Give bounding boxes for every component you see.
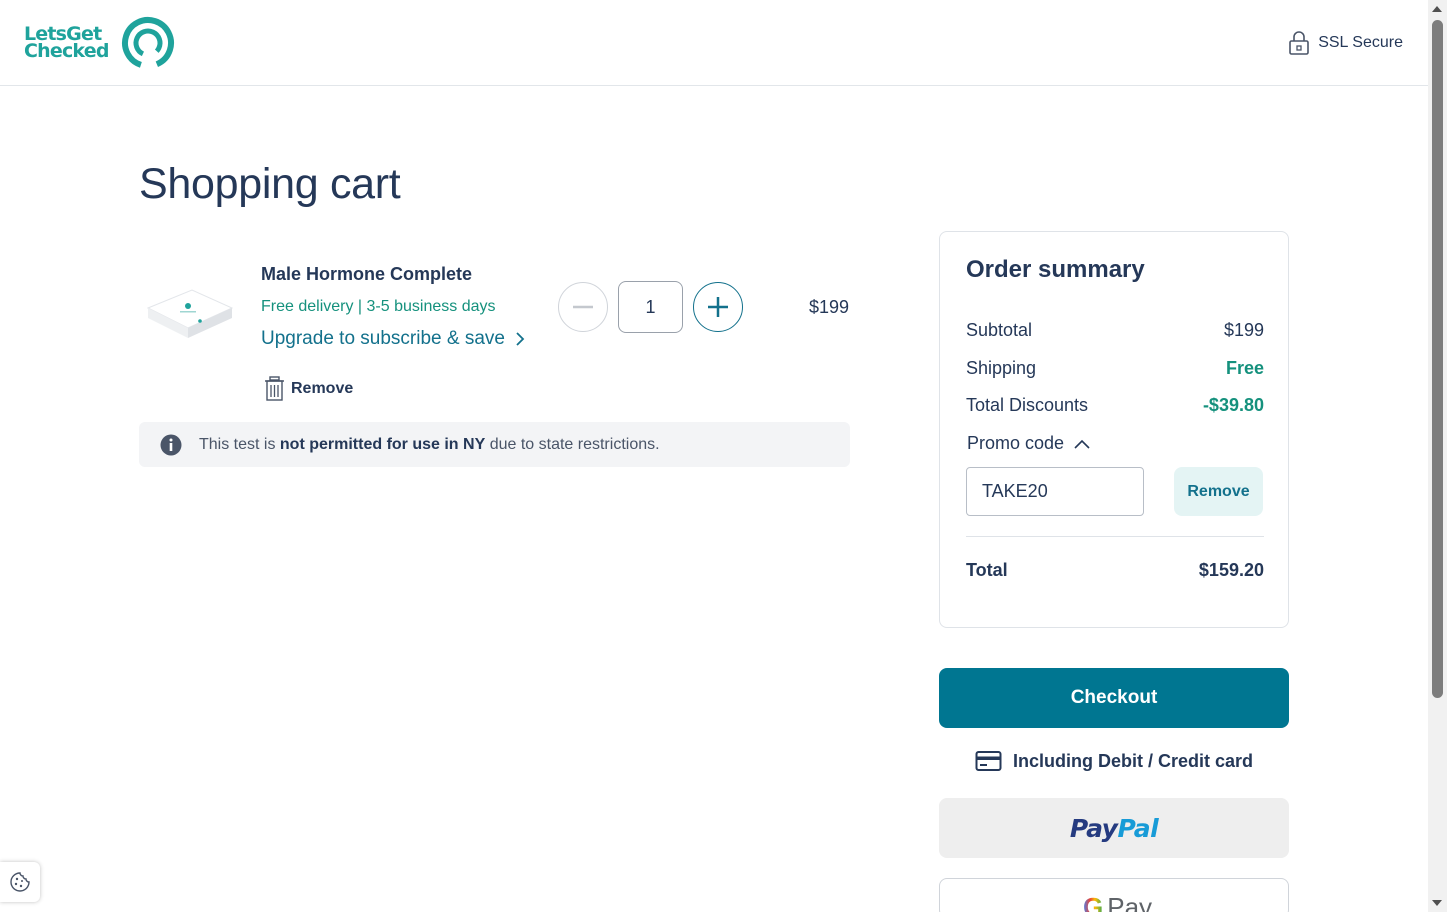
lock-icon	[1289, 31, 1310, 55]
remove-item-label: Remove	[291, 379, 354, 397]
remove-promo-button[interactable]: Remove	[1174, 467, 1263, 516]
subtotal-value: $199	[1223, 320, 1264, 340]
upgrade-label: Upgrade to subscribe & save	[261, 328, 505, 349]
paypal-logo: PayPal	[1069, 813, 1159, 843]
discounts-label: Total Discounts	[966, 395, 1089, 415]
google-pay-button[interactable]: G Pay	[939, 878, 1289, 912]
upgrade-subscribe-link[interactable]: Upgrade to subscribe & save	[261, 328, 525, 350]
total-value: $159.20	[1198, 560, 1264, 580]
item-price: $199	[808, 297, 849, 317]
remove-item-button[interactable]: Remove	[264, 376, 353, 401]
order-summary-panel: Order summary Subtotal $199 Shipping Fre…	[939, 231, 1289, 628]
product-name[interactable]: Male Hormone Complete	[261, 264, 472, 285]
promo-code-label: Promo code	[967, 433, 1065, 453]
google-g-icon: G	[1083, 892, 1103, 912]
decrease-quantity-button[interactable]	[558, 282, 608, 332]
checkout-button[interactable]: Checkout	[939, 668, 1289, 728]
ssl-secure-badge: SSL Secure	[1288, 30, 1403, 55]
gpay-label: Pay	[1107, 892, 1153, 912]
cookie-settings-button[interactable]	[0, 862, 40, 902]
discounts-row: Total Discounts -$39.80	[966, 395, 1264, 416]
delivery-info: Free delivery | 3-5 business days	[261, 298, 496, 315]
scroll-down-arrow-icon[interactable]	[1432, 900, 1442, 906]
credit-card-icon	[975, 751, 1002, 771]
shipping-row: Shipping Free	[966, 358, 1264, 379]
paypal-button[interactable]: PayPal	[939, 798, 1289, 858]
chevron-up-icon	[1074, 439, 1090, 449]
trash-icon	[265, 376, 284, 401]
scroll-up-arrow-icon[interactable]	[1432, 6, 1442, 12]
subtotal-label: Subtotal	[966, 320, 1033, 340]
vertical-scrollbar[interactable]	[1428, 0, 1447, 912]
total-label: Total	[966, 560, 1008, 580]
notice-bold: not permitted for use in NY	[279, 435, 486, 453]
order-summary-title: Order summary	[966, 256, 1145, 283]
increase-quantity-button[interactable]	[693, 282, 743, 332]
card-payment-note: Including Debit / Credit card	[975, 750, 1253, 772]
logo-wordmark: LetsGet Checked	[24, 23, 109, 62]
minus-icon	[573, 305, 593, 309]
page-title: Shopping cart	[139, 160, 401, 208]
state-restriction-notice: This test is not permitted for use in NY…	[139, 422, 850, 467]
site-header: LetsGet Checked SSL Secure	[0, 0, 1428, 86]
promo-code-toggle[interactable]: Promo code	[967, 433, 1090, 454]
quantity-input[interactable]	[618, 281, 683, 333]
notice-prefix: This test is	[199, 435, 280, 453]
chevron-right-icon	[516, 332, 525, 346]
google-pay-logo: G Pay	[1083, 892, 1152, 912]
summary-divider	[966, 536, 1264, 537]
logo-mark-icon	[122, 17, 174, 69]
subtotal-row: Subtotal $199	[966, 320, 1264, 341]
shipping-label: Shipping	[966, 358, 1037, 378]
notice-suffix: due to state restrictions.	[485, 435, 660, 453]
page: LetsGet Checked SSL Secure Shopping cart	[0, 0, 1447, 912]
letsgetchecked-logo[interactable]: LetsGet Checked	[24, 16, 184, 70]
ssl-label: SSL Secure	[1318, 33, 1403, 51]
total-row: Total $159.20	[966, 560, 1264, 581]
discounts-value: -$39.80	[1202, 395, 1264, 415]
shipping-value: Free	[1225, 358, 1264, 378]
cookie-icon	[10, 872, 30, 892]
product-image	[146, 289, 234, 338]
info-icon	[160, 434, 182, 455]
promo-code-input[interactable]	[966, 467, 1144, 516]
card-note-label: Including Debit / Credit card	[1013, 750, 1254, 771]
plus-icon	[708, 297, 728, 317]
scroll-thumb[interactable]	[1432, 20, 1443, 698]
